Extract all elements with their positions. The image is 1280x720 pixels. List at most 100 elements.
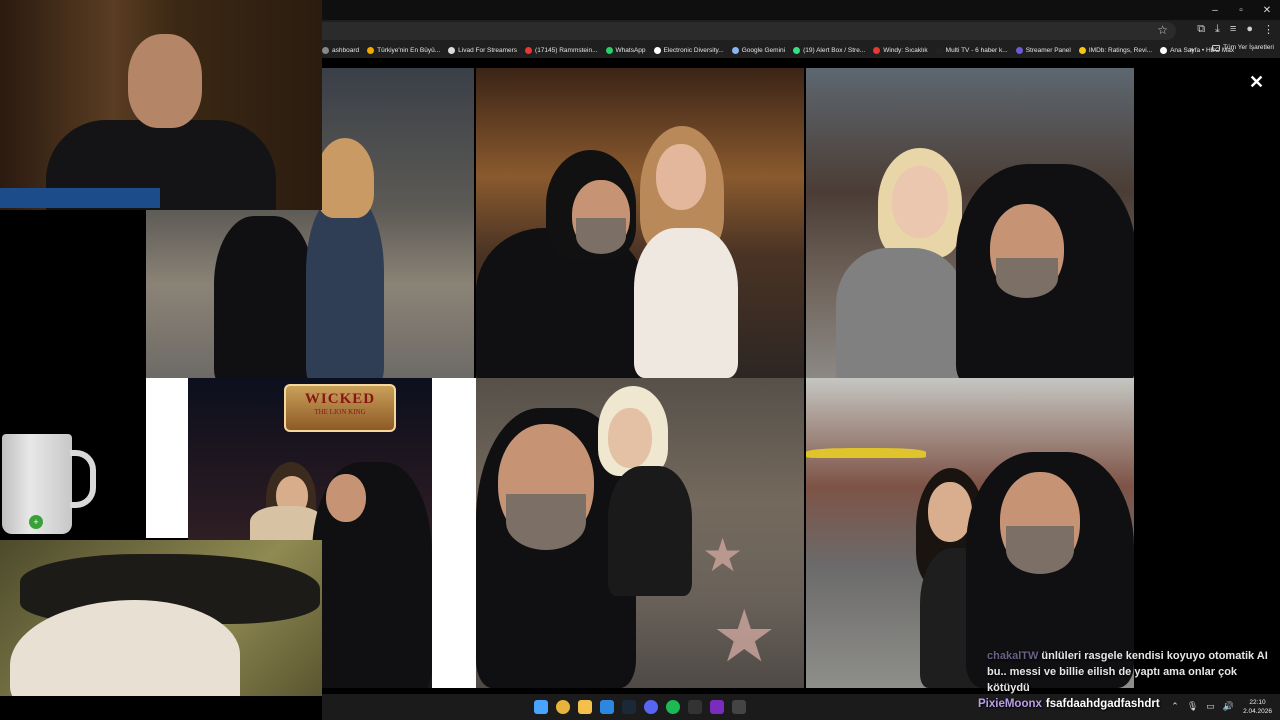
- bookmark-label: Multi TV - 6 haber k...: [945, 46, 1008, 54]
- bookmark-item[interactable]: (17145) Rammstein...: [525, 46, 598, 54]
- screen: – ▫ ✕ ☆ ⧉ ⤓ ≡ ● ⋮ ashboard Türkiye'nin En…: [0, 0, 1280, 720]
- photo-tile-6[interactable]: [806, 378, 1134, 688]
- bookmark-favicon-icon: [1078, 46, 1086, 54]
- photo-tile-3[interactable]: [806, 68, 1134, 378]
- window-controls: – ▫ ✕: [1202, 0, 1280, 20]
- next-icon[interactable]: [710, 700, 724, 714]
- profile-icon[interactable]: ●: [1246, 23, 1253, 36]
- bookmark-label: IMDb: Ratings, Revi...: [1088, 46, 1153, 54]
- woman-figure: [306, 196, 384, 378]
- bookmark-favicon-icon: [653, 46, 661, 54]
- hair-shape: [316, 138, 374, 218]
- woman-figure: [634, 228, 738, 378]
- bookmark-favicon-icon: [448, 46, 456, 54]
- bookmark-label: Windy: Sıcaklık: [883, 46, 928, 54]
- chat-message: PixieMoonx fsafdaahdgadfashdrt: [978, 698, 1160, 710]
- folder-label: Tüm Yer İşaretleri: [1223, 44, 1274, 51]
- toolbar-icons: ⧉ ⤓ ≡ ● ⋮: [1197, 23, 1274, 36]
- face-shape: [928, 482, 972, 542]
- windows-icon[interactable]: [534, 700, 548, 714]
- face-shape: [892, 166, 948, 238]
- bookmark-item[interactable]: Windy: Sıcaklık: [873, 46, 928, 54]
- woman-figure: [836, 248, 966, 378]
- streamer-head-shape: [128, 34, 202, 128]
- system-tray: ⌃ 🎙 ▭ 🔊: [1171, 701, 1234, 712]
- bookmark-label: WhatsApp: [615, 46, 646, 54]
- maximize-icon[interactable]: ▫: [1228, 0, 1254, 20]
- media-icon[interactable]: ≡: [1230, 23, 1236, 36]
- plus-icon: +: [29, 515, 43, 529]
- close-window-icon[interactable]: ✕: [1254, 0, 1280, 20]
- bookmark-label: Streamer Panel: [1025, 46, 1071, 54]
- tray-chevron-icon[interactable]: ⌃: [1171, 701, 1179, 712]
- microphone-icon[interactable]: 🎙: [1187, 701, 1198, 712]
- spotify-icon[interactable]: [666, 700, 680, 714]
- face-shape: [656, 144, 706, 210]
- bookmark-label: Türkiye'nin En Büyü...: [377, 46, 441, 54]
- walk-of-fame-star: ★: [702, 529, 744, 581]
- bookmark-favicon-icon: [525, 46, 533, 54]
- folder-icon: [1212, 44, 1221, 51]
- streamer-webcam: [0, 0, 322, 210]
- discord-icon[interactable]: [644, 700, 658, 714]
- beard-shape: [506, 494, 586, 550]
- bookmark-favicon-icon: [935, 46, 943, 54]
- bookmark-label: (19) Alert Box / Stre...: [803, 46, 866, 54]
- bookmark-item[interactable]: Electronic Diversity...: [653, 46, 724, 54]
- bookmarks-more-icon[interactable]: »: [1190, 45, 1194, 54]
- volume-icon[interactable]: 🔊: [1223, 701, 1234, 712]
- steam-icon[interactable]: [622, 700, 636, 714]
- extensions-icon[interactable]: ⧉: [1197, 23, 1205, 36]
- clock-date: 2.04.2026: [1243, 708, 1272, 715]
- chat-text: fsafdaahdgadfashdrt: [1045, 698, 1160, 710]
- photo-tile-2[interactable]: [476, 68, 804, 378]
- address-bar[interactable]: ☆: [322, 22, 1176, 40]
- chrome-icon[interactable]: [556, 700, 570, 714]
- chat-username: chakalTW: [987, 650, 1039, 662]
- chat-username: PixieMoonx: [978, 698, 1042, 710]
- edge-icon[interactable]: [600, 700, 614, 714]
- explorer-icon[interactable]: [578, 700, 592, 714]
- bookmark-label: ashboard: [332, 46, 360, 54]
- close-viewer-icon[interactable]: ✕: [1249, 72, 1264, 93]
- hooded-man-figure: [214, 216, 314, 378]
- beard-shape: [1006, 526, 1074, 574]
- photo-padding-right: [432, 378, 476, 688]
- pet-camera: [0, 540, 322, 696]
- system-clock[interactable]: 22:10 2.04.2026: [1243, 698, 1272, 716]
- bookmark-item[interactable]: ashboard: [322, 46, 360, 54]
- network-icon[interactable]: ▭: [1206, 701, 1215, 712]
- beard-shape: [576, 218, 626, 254]
- marquee-subtitle: THE LION KING: [314, 408, 366, 416]
- bookmark-item[interactable]: Livad For Streamers: [448, 46, 517, 54]
- bookmark-item[interactable]: WhatsApp: [605, 46, 646, 54]
- bookmark-item[interactable]: IMDb: Ratings, Revi...: [1078, 46, 1153, 54]
- bookmark-item[interactable]: (19) Alert Box / Stre...: [793, 46, 866, 54]
- taskbar-apps: [534, 700, 746, 714]
- bookmark-item[interactable]: Google Gemini: [731, 46, 786, 54]
- photo-tile-5[interactable]: ★ ★: [476, 378, 804, 688]
- bookmark-favicon-icon: [793, 46, 801, 54]
- chat-message: chakalTW ünlüleri rasgele kendisi koyuyo…: [987, 648, 1277, 696]
- download-icon[interactable]: ⤓: [1215, 23, 1220, 36]
- bookmark-item[interactable]: Türkiye'nin En Büyü...: [367, 46, 441, 54]
- all-bookmarks-folder[interactable]: Tüm Yer İşaretleri: [1212, 44, 1274, 51]
- face-shape: [326, 474, 366, 522]
- bookmark-favicon-icon: [873, 46, 881, 54]
- bookmark-label: Google Gemini: [741, 46, 786, 54]
- bookmark-favicon-icon: [605, 46, 613, 54]
- beer-mug-widget: +: [0, 420, 120, 540]
- bookmark-item[interactable]: Multi TV - 6 haber k...: [935, 46, 1008, 54]
- browser-tab-bar: – ▫ ✕: [322, 0, 1280, 20]
- bookmark-item[interactable]: Streamer Panel: [1015, 46, 1071, 54]
- face-shape: [608, 408, 652, 468]
- theater-marquee: WICKED THE LION KING: [284, 384, 396, 432]
- bookmark-star-icon[interactable]: ☆: [1157, 23, 1168, 37]
- bookmark-favicon-icon: [731, 46, 739, 54]
- obs-icon[interactable]: [732, 700, 746, 714]
- menu-icon[interactable]: ⋮: [1263, 23, 1274, 36]
- minimize-icon[interactable]: –: [1202, 0, 1228, 20]
- epic-icon[interactable]: [688, 700, 702, 714]
- clock-time: 22:10: [1249, 699, 1266, 706]
- desk-light-shape: [0, 188, 160, 208]
